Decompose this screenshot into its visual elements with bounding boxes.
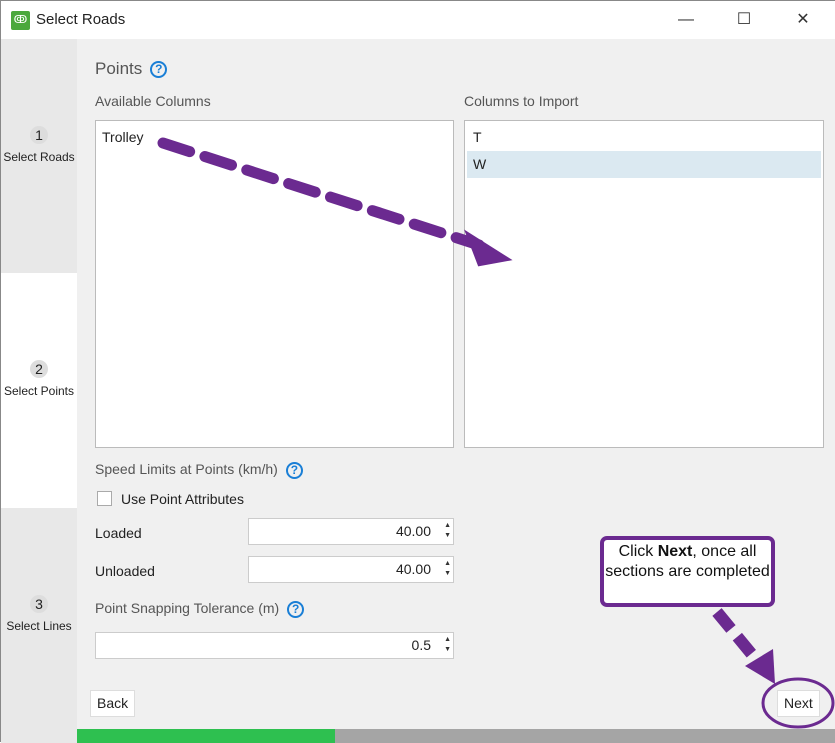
columns-to-import-list[interactable]: T W bbox=[464, 120, 824, 448]
columns-to-import-label: Columns to Import bbox=[464, 93, 579, 109]
snapping-value: 0.5 bbox=[411, 637, 431, 653]
available-columns-list[interactable]: Trolley bbox=[95, 120, 454, 448]
section-title: Points bbox=[95, 59, 143, 78]
unloaded-input[interactable]: 40.00 ▲ ▼ bbox=[248, 556, 454, 583]
instruction-callout: Click Next, once all sections are comple… bbox=[600, 536, 775, 607]
list-item[interactable]: T bbox=[467, 124, 821, 151]
progress-bar bbox=[77, 729, 835, 743]
help-icon[interactable]: ? bbox=[285, 461, 303, 479]
dialog-window: ↂ Select Roads — ☐ ✕ 1 Select Roads 2 Sele… bbox=[0, 0, 835, 743]
spinner-icon[interactable]: ▲ ▼ bbox=[444, 635, 451, 655]
step-label: Select Points bbox=[3, 384, 75, 398]
minimize-button[interactable]: — bbox=[666, 5, 706, 35]
next-button[interactable]: Next bbox=[777, 690, 820, 717]
step-number: 1 bbox=[30, 126, 48, 144]
steps-sidebar: 1 Select Roads 2 Select Points 3 Select Lin… bbox=[1, 39, 77, 743]
callout-text: Click bbox=[618, 543, 658, 560]
callout-bold-text: Next bbox=[657, 543, 693, 560]
step-select-roads[interactable]: 1 Select Roads bbox=[1, 126, 77, 164]
spinner-icon[interactable]: ▲ ▼ bbox=[444, 559, 451, 579]
step-number: 2 bbox=[30, 360, 48, 378]
loaded-input[interactable]: 40.00 ▲ ▼ bbox=[248, 518, 454, 545]
snapping-tolerance-input[interactable]: 0.5 ▲ ▼ bbox=[95, 632, 454, 659]
step-label: Select Roads bbox=[3, 150, 75, 164]
back-button[interactable]: Back bbox=[90, 690, 136, 717]
unloaded-label: Unloaded bbox=[95, 563, 155, 579]
title-bar: ↂ Select Roads — ☐ ✕ bbox=[1, 1, 835, 39]
unloaded-value: 40.00 bbox=[395, 561, 431, 577]
step-label: Select Lines bbox=[6, 619, 72, 633]
help-icon[interactable]: ? bbox=[150, 61, 168, 79]
maximize-button[interactable]: ☐ bbox=[724, 5, 764, 35]
step-select-lines[interactable]: 3 Select Lines bbox=[1, 595, 77, 633]
step-select-points[interactable]: 2 Select Points bbox=[1, 360, 77, 398]
help-icon[interactable]: ? bbox=[287, 600, 305, 618]
list-item[interactable]: W bbox=[467, 151, 821, 178]
use-point-attributes-label: Use Point Attributes bbox=[121, 491, 244, 507]
app-logo-icon: ↂ bbox=[11, 11, 30, 30]
available-columns-label: Available Columns bbox=[95, 93, 211, 109]
use-point-attributes-checkbox[interactable] bbox=[97, 491, 112, 506]
main-panel: Points? Available Columns Columns to Imp… bbox=[77, 39, 835, 729]
close-button[interactable]: ✕ bbox=[783, 5, 823, 35]
loaded-label: Loaded bbox=[95, 525, 142, 541]
step-number: 3 bbox=[30, 595, 48, 613]
list-item[interactable]: Trolley bbox=[96, 124, 453, 151]
spinner-icon[interactable]: ▲ ▼ bbox=[444, 521, 451, 541]
speed-limits-label: Speed Limits at Points (km/h) bbox=[95, 461, 278, 477]
loaded-value: 40.00 bbox=[395, 523, 431, 539]
snapping-tolerance-label: Point Snapping Tolerance (m) bbox=[95, 600, 280, 616]
window-title: Select Roads bbox=[36, 11, 126, 28]
progress-fill bbox=[77, 729, 335, 743]
